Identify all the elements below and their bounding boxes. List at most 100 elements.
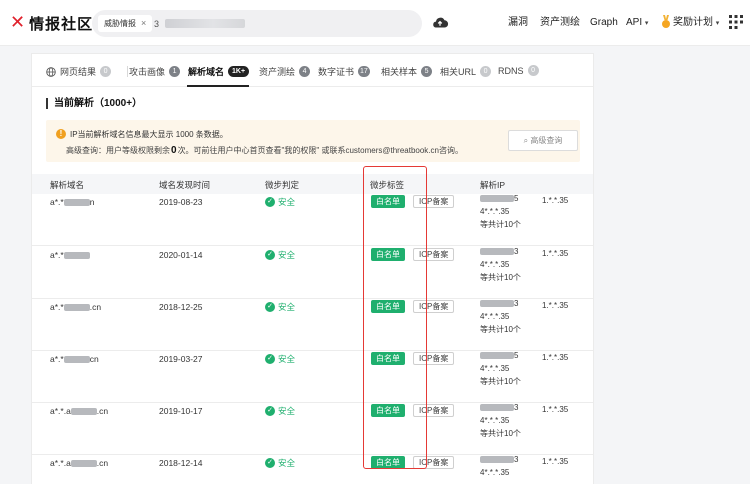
verdict: ✓ 安全 <box>265 301 295 313</box>
redaction-mask <box>480 352 514 360</box>
ip-address-1[interactable]: 3 <box>480 403 518 412</box>
ip-address-1[interactable]: 5 <box>480 194 518 203</box>
ip-tail: 5 <box>514 351 519 360</box>
nav-api[interactable]: API ▾ <box>626 17 648 30</box>
ip-address-2[interactable]: 4*.*.*.35 <box>480 260 509 269</box>
domain-cell[interactable]: a*.* .cn <box>50 302 101 312</box>
icp-tag[interactable]: ICP备案 <box>413 456 455 469</box>
chevron-down-icon: ▾ <box>715 20 720 27</box>
nav-rewards-label: 奖励计划 <box>673 17 713 28</box>
table-row[interactable]: a*.* .cn 2018-12-25 ✓ 安全 白名单 ICP备案 3 4*.*.… <box>32 299 593 351</box>
ip-address-3[interactable]: 1.*.*.35 <box>542 301 568 310</box>
tab-label: RDNS <box>498 65 524 76</box>
ip-tail: 3 <box>514 455 519 464</box>
ip-address-2[interactable]: 4*.*.*.35 <box>480 364 509 373</box>
domain-cell[interactable]: a*.*.a .cn <box>50 458 108 468</box>
check-icon: ✓ <box>265 302 275 312</box>
redaction-mask <box>70 460 97 468</box>
found-date: 2020-01-14 <box>159 250 203 260</box>
icp-tag[interactable]: ICP备案 <box>413 300 455 313</box>
ip-address-3[interactable]: 1.*.*.35 <box>542 353 568 362</box>
grid-icon[interactable] <box>728 14 744 30</box>
ip-total-link[interactable]: 等共计10个 <box>480 272 521 283</box>
ip-total-link[interactable]: 等共计10个 <box>480 428 521 439</box>
brand-name: 情报社区 <box>29 15 94 33</box>
domain-cell[interactable]: a*.* cn <box>50 354 99 364</box>
medal-icon <box>662 15 670 28</box>
ip-total-link[interactable]: 等共计10个 <box>480 376 521 387</box>
tab-asset-mapping[interactable]: 资产测绘 4 <box>259 65 311 78</box>
search-type-tag[interactable]: 威胁情报 × <box>98 15 153 32</box>
tab-label: 资产测绘 <box>259 67 296 77</box>
notice-banner: ! IP当前解析域名信息最大显示 1000 条数据。 高级查询：用户等级权限剩余… <box>46 120 580 162</box>
domain-suffix: cn <box>89 354 99 364</box>
section-title: 当前解析（1000+） <box>46 98 142 109</box>
table-row[interactable]: a*.*.a .cn 2019-10-17 ✓ 安全 白名单 ICP备案 3 4*.… <box>32 403 593 455</box>
domain-cell[interactable]: a*.*.a .cn <box>50 406 108 416</box>
brand-logo[interactable]: ✕ 情报社区 <box>10 12 93 34</box>
cloud-icon[interactable] <box>431 14 449 32</box>
tab-attack-profile[interactable]: 攻击画像 1 <box>129 65 181 78</box>
verdict-label: 安全 <box>278 250 296 260</box>
whitelist-tag[interactable]: 白名单 <box>371 248 405 261</box>
tab-related-urls[interactable]: 相关URL 0 <box>440 65 492 78</box>
tab-certificates[interactable]: 数字证书 17 <box>318 65 370 78</box>
whitelist-tag[interactable]: 白名单 <box>371 300 405 313</box>
ip-address-1[interactable]: 3 <box>480 299 518 308</box>
table-row[interactable]: a*.* cn 2019-03-27 ✓ 安全 白名单 ICP备案 5 4*.*.*… <box>32 351 593 403</box>
tab-resolved-domains[interactable]: 解析域名 1K+ <box>188 65 250 78</box>
ip-address-3[interactable]: 1.*.*.35 <box>542 405 568 414</box>
search-bar[interactable]: 威胁情报 × <box>92 10 422 37</box>
table-row[interactable]: a*.*.a .cn 2018-12-14 ✓ 安全 白名单 ICP备案 3 4*.… <box>32 455 593 484</box>
verdict: ✓ 安全 <box>265 405 295 417</box>
found-date: 2019-08-23 <box>159 197 203 207</box>
ip-address-2[interactable]: 4*.*.*.35 <box>480 416 509 425</box>
ip-address-2[interactable]: 4*.*.*.35 <box>480 207 509 216</box>
table-row[interactable]: a*.* 2020-01-14 ✓ 安全 白名单 ICP备案 3 4*.*.*.3… <box>32 247 593 299</box>
ip-tail: 5 <box>514 194 519 203</box>
tab-label: 网页结果 <box>60 67 97 77</box>
ip-address-2[interactable]: 4*.*.*.35 <box>480 468 509 477</box>
tab-count-badge: 0 <box>480 66 492 77</box>
table-row[interactable]: a*.* n 2019-08-23 ✓ 安全 白名单 ICP备案 5 4*.*.*.… <box>32 194 593 246</box>
redaction-mask <box>480 195 514 203</box>
tab-web-results[interactable]: 网页结果 0 <box>46 65 112 78</box>
redaction-mask <box>480 248 514 256</box>
icp-tag[interactable]: ICP备案 <box>413 352 455 365</box>
nav-vulnerability[interactable]: 漏洞 <box>508 17 528 29</box>
nav-asset-mapping[interactable]: 资产测绘 <box>540 17 580 29</box>
nav-api-label: API <box>626 17 643 28</box>
ip-address-3[interactable]: 1.*.*.35 <box>542 196 568 205</box>
ip-address-2[interactable]: 4*.*.*.35 <box>480 312 509 321</box>
domain-prefix: a*.*.a <box>50 406 71 416</box>
ip-total-link[interactable]: 等共计10个 <box>480 219 521 230</box>
nav-graph[interactable]: Graph <box>590 17 618 29</box>
whitelist-tag[interactable]: 白名单 <box>371 456 405 469</box>
domain-suffix: .cn <box>96 458 109 468</box>
ip-address-3[interactable]: 1.*.*.35 <box>542 457 568 466</box>
domain-cell[interactable]: a*.* <box>50 250 90 260</box>
icp-tag[interactable]: ICP备案 <box>413 195 455 208</box>
search-type-label: 威胁情报 <box>104 19 136 28</box>
whitelist-tag[interactable]: 白名单 <box>371 404 405 417</box>
tab-count-badge: 4 <box>299 66 311 77</box>
domain-cell[interactable]: a*.* n <box>50 197 94 207</box>
ip-total-link[interactable]: 等共计10个 <box>480 324 521 335</box>
whitelist-tag[interactable]: 白名单 <box>371 195 405 208</box>
tab-label: 相关URL <box>440 67 477 77</box>
column-header-domain: 解析域名 <box>50 180 85 190</box>
icp-tag[interactable]: ICP备案 <box>413 248 455 261</box>
icp-tag[interactable]: ICP备案 <box>413 404 455 417</box>
close-icon[interactable]: × <box>141 15 146 32</box>
nav-rewards[interactable]: 奖励计划 ▾ <box>673 17 719 30</box>
verdict: ✓ 安全 <box>265 196 295 208</box>
advanced-query-button[interactable]: ⌕ 高级查询 <box>508 130 578 151</box>
ip-address-1[interactable]: 3 <box>480 247 518 256</box>
whitelist-tag[interactable]: 白名单 <box>371 352 405 365</box>
tab-rdns[interactable]: RDNS 0 <box>498 65 539 76</box>
ip-address-1[interactable]: 3 <box>480 455 518 464</box>
ip-address-3[interactable]: 1.*.*.35 <box>542 249 568 258</box>
verdict-label: 安全 <box>278 197 296 207</box>
ip-address-1[interactable]: 5 <box>480 351 518 360</box>
tab-related-samples[interactable]: 相关样本 5 <box>381 65 433 78</box>
